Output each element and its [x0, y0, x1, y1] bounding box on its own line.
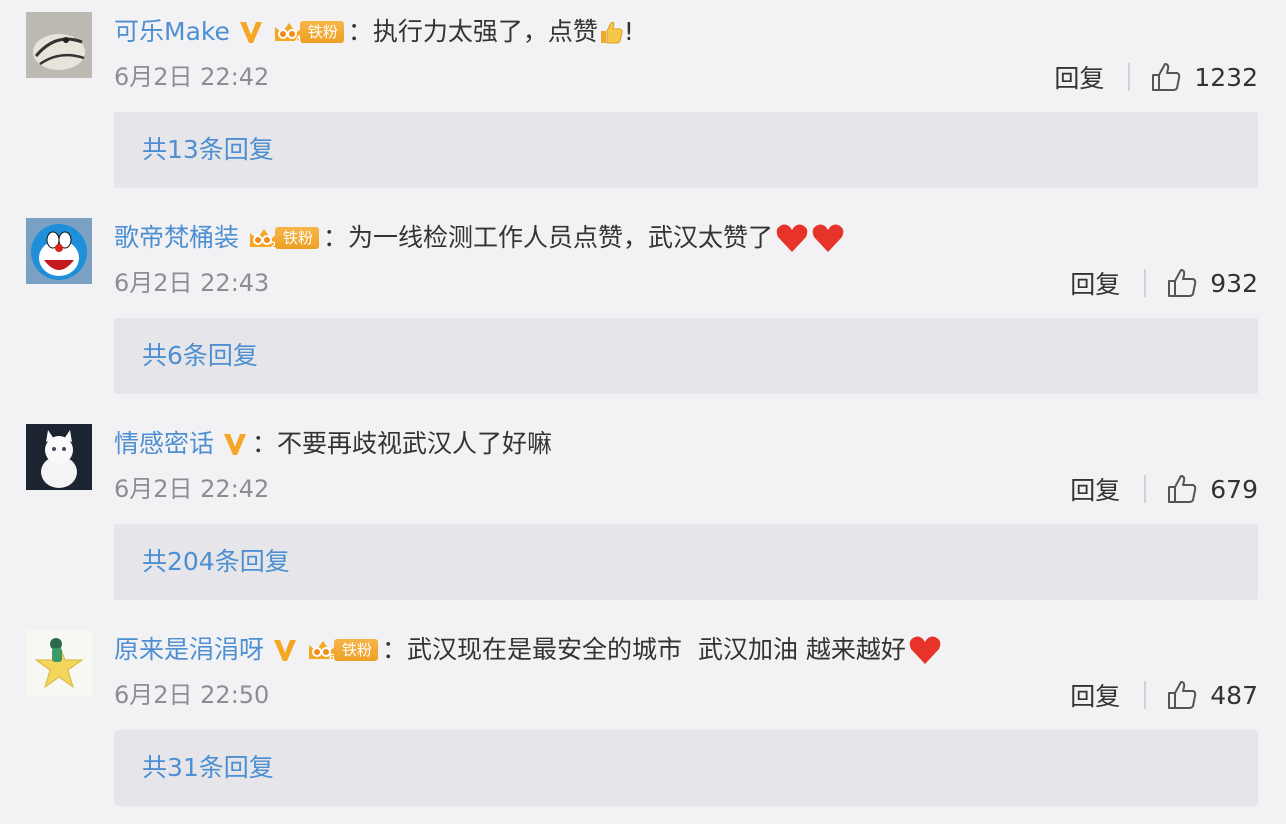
heart-emoji-icon [909, 636, 941, 664]
replies-box: 共31条回复 [114, 730, 1258, 806]
timestamp: 6月2日 22:42 [114, 63, 270, 91]
like-count: 1232 [1194, 62, 1258, 92]
comment-text: 武汉现在是最安全的城市 武汉加油 越来越好 [407, 635, 906, 664]
comment-text-tail: ! [623, 17, 634, 46]
username[interactable]: 情感密话 [114, 424, 214, 464]
colon-separator: ： [382, 635, 408, 664]
like-count: 487 [1210, 680, 1258, 710]
heart-emoji-icon [812, 224, 844, 252]
like-button[interactable]: 487 [1166, 679, 1258, 711]
reply-button[interactable]: 回复 [1070, 677, 1120, 713]
colon-separator: ： [347, 17, 373, 46]
comment-actions: 回复 679 [1070, 470, 1258, 508]
reply-button[interactable]: 回复 [1070, 265, 1120, 301]
like-count: 932 [1210, 268, 1258, 298]
heart-emoji-icon [776, 224, 808, 252]
verified-v-icon [272, 637, 298, 663]
comment-text: 为一线检测工作人员点赞，武汉太赞了 [348, 223, 774, 252]
replies-box: 共6条回复 [114, 318, 1258, 394]
view-replies-link[interactable]: 共31条回复 [142, 730, 274, 806]
fan-label: 铁粉 [275, 227, 320, 249]
like-button[interactable]: 932 [1166, 267, 1258, 299]
timestamp: 6月2日 22:50 [114, 681, 270, 709]
verified-v-icon [238, 19, 264, 45]
replies-box: 共13条回复 [114, 112, 1258, 188]
avatar[interactable] [26, 218, 92, 284]
comment-actions: 回复 932 [1070, 264, 1258, 302]
comment-item: 可乐Make 4 铁粉 ： 执行力太强了，点赞 ! 6月2日 22:42 回复 [0, 0, 1286, 206]
divider [1144, 269, 1147, 297]
comment-item: 原来是涓涓呀 6 铁粉 ： 武汉现在是最安全的城市 武汉加油 越来越好 6月2日… [0, 618, 1286, 824]
fan-label: 铁粉 [334, 639, 379, 661]
fan-badge: 2 铁粉 [247, 225, 320, 251]
comment-item: 歌帝梵桶装 2 铁粉 ： 为一线检测工作人员点赞，武汉太赞了 6月2日 22:4… [0, 206, 1286, 412]
comment-header: 歌帝梵桶装 2 铁粉 ： 为一线检测工作人员点赞，武汉太赞了 [114, 218, 845, 258]
colon-separator: ： [323, 223, 349, 252]
view-replies-link[interactable]: 共13条回复 [142, 112, 274, 188]
divider [1144, 681, 1147, 709]
comment-header: 可乐Make 4 铁粉 ： 执行力太强了，点赞 ! [114, 12, 634, 52]
username[interactable]: 可乐Make [114, 12, 230, 52]
comment-header: 原来是涓涓呀 6 铁粉 ： 武汉现在是最安全的城市 武汉加油 越来越好 [114, 630, 942, 670]
thumbs-up-icon [1152, 63, 1181, 91]
like-button[interactable]: 679 [1166, 473, 1258, 505]
colon-separator: ： [252, 429, 278, 458]
reply-button[interactable]: 回复 [1054, 59, 1104, 95]
replies-box: 共204条回复 [114, 524, 1258, 600]
timestamp: 6月2日 22:42 [114, 475, 270, 503]
fan-badge: 4 铁粉 [272, 19, 344, 45]
comment-actions: 回复 1232 [1054, 58, 1258, 96]
like-button[interactable]: 1232 [1150, 61, 1258, 93]
username[interactable]: 歌帝梵桶装 [114, 218, 239, 258]
fan-badge: 6 铁粉 [306, 637, 379, 663]
verified-v-icon [222, 431, 248, 457]
thumbs-up-icon [1168, 269, 1197, 297]
comment-header: 情感密话 ： 不要再歧视武汉人了好嘛 [114, 424, 552, 464]
avatar[interactable] [26, 630, 92, 696]
divider [1128, 63, 1131, 91]
thumbs-up-emoji-icon [600, 21, 623, 44]
thumbs-up-icon [1168, 681, 1197, 709]
fan-label: 铁粉 [299, 21, 344, 43]
thumbs-up-icon [1168, 475, 1197, 503]
comment-text: 不要再歧视武汉人了好嘛 [277, 429, 553, 458]
timestamp: 6月2日 22:43 [114, 269, 270, 297]
avatar[interactable] [26, 424, 92, 490]
reply-button[interactable]: 回复 [1070, 471, 1120, 507]
like-count: 679 [1210, 474, 1258, 504]
username[interactable]: 原来是涓涓呀 [114, 630, 264, 670]
divider [1144, 475, 1147, 503]
comment-item: 情感密话 ： 不要再歧视武汉人了好嘛 6月2日 22:42 回复 679 共20… [0, 412, 1286, 618]
comment-text: 执行力太强了，点赞 [372, 17, 598, 46]
comment-actions: 回复 487 [1070, 676, 1258, 714]
view-replies-link[interactable]: 共6条回复 [142, 318, 258, 394]
avatar[interactable] [26, 12, 92, 78]
view-replies-link[interactable]: 共204条回复 [142, 524, 290, 600]
